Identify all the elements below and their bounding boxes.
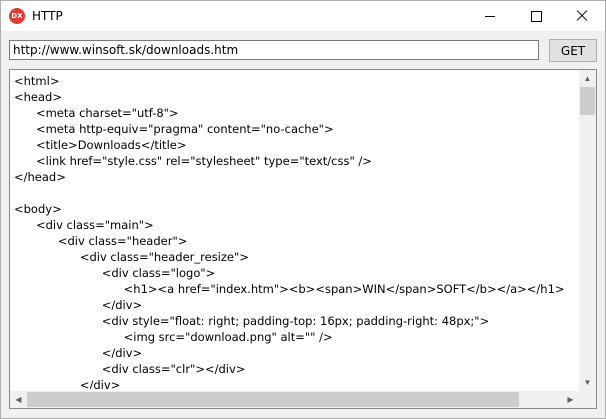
code-line: </head> [14, 170, 66, 184]
code-line: <div class="clr"></div> [14, 362, 246, 376]
scroll-down-arrow-icon[interactable]: ▼ [579, 374, 596, 391]
scrollbar-corner [579, 391, 596, 408]
code-line: <meta http-equiv="pragma" content="no-ca… [14, 122, 334, 136]
response-text[interactable]: <html> <head> <meta charset="utf-8"> <me… [14, 73, 580, 389]
code-line: <html> [14, 74, 60, 88]
minimize-button[interactable] [467, 1, 513, 31]
horizontal-scroll-thumb[interactable] [27, 392, 519, 407]
code-line: <h1><a href="index.htm"><b><span>WIN</sp… [14, 282, 565, 296]
app-icon: DX [9, 8, 25, 24]
scroll-right-arrow-icon[interactable]: ▶ [562, 391, 579, 408]
code-line: <title>Downloads</title> [14, 138, 187, 152]
close-icon [576, 10, 588, 22]
code-line: <meta charset="utf-8"> [14, 106, 179, 120]
scroll-up-arrow-icon[interactable]: ▲ [579, 70, 596, 87]
code-line: </div> [14, 298, 143, 312]
code-line: </div> [14, 378, 121, 389]
maximize-icon [530, 10, 542, 22]
code-line: <link href="style.css" rel="stylesheet" … [14, 154, 372, 168]
response-memo[interactable]: <html> <head> <meta charset="utf-8"> <me… [9, 69, 597, 409]
title-bar[interactable]: DX HTTP [1, 1, 605, 31]
scroll-left-arrow-icon[interactable]: ◀ [10, 391, 27, 408]
maximize-button[interactable] [513, 1, 559, 31]
code-line: <div class="header_resize"> [14, 250, 249, 264]
code-line: <div class="header"> [14, 234, 188, 248]
code-line: <div class="main"> [14, 218, 154, 232]
get-button[interactable]: GET [549, 39, 597, 62]
close-button[interactable] [559, 1, 605, 31]
url-input[interactable] [9, 40, 539, 60]
code-line: <img src="download.png" alt="" /> [14, 330, 333, 344]
code-line: </div> [14, 346, 143, 360]
vertical-scrollbar[interactable]: ▲ ▼ [579, 70, 596, 391]
minimize-icon [485, 15, 495, 17]
code-line: <div style="float: right; padding-top: 1… [14, 314, 490, 328]
window-title: HTTP [32, 9, 63, 23]
code-line: <body> [14, 202, 62, 216]
horizontal-scrollbar[interactable]: ◀ ▶ [10, 391, 579, 408]
code-line: <head> [14, 90, 62, 104]
code-line: <div class="logo"> [14, 266, 216, 280]
http-window: DX HTTP GET <html> <head> <meta charset=… [0, 0, 606, 419]
vertical-scroll-thumb[interactable] [580, 87, 595, 115]
